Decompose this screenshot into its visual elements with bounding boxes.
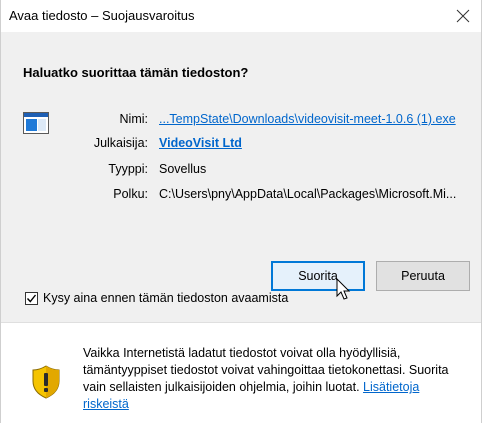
publisher-label: Julkaisija: — [93, 136, 148, 150]
warning-shield-icon — [32, 365, 60, 399]
question-heading: Haluatko suorittaa tämän tiedoston? — [23, 65, 249, 80]
type-row: Tyyppi: Sovellus — [1, 162, 481, 180]
close-icon[interactable] — [451, 4, 475, 28]
name-row: Nimi: ...TempState\Downloads\videovisit-… — [1, 112, 481, 130]
warning-area: Vaikka Internetistä ladatut tiedostot vo… — [1, 323, 481, 423]
file-name-link[interactable]: ...TempState\Downloads\videovisit-meet-1… — [159, 112, 456, 126]
mouse-cursor-icon — [336, 278, 351, 300]
checkmark-icon — [26, 294, 37, 303]
path-row: Polku: C:\Users\pny\AppData\Local\Packag… — [1, 187, 481, 205]
always-ask-label: Kysy aina ennen tämän tiedoston avaamist… — [43, 291, 289, 305]
publisher-row: Julkaisija: VideoVisit Ltd — [1, 136, 481, 154]
publisher-link[interactable]: VideoVisit Ltd — [159, 136, 242, 150]
title-bar: Avaa tiedosto – Suojausvaroitus — [1, 0, 481, 32]
security-warning-dialog: Avaa tiedosto – Suojausvaroitus Haluatko… — [0, 0, 482, 423]
warning-text: Vaikka Internetistä ladatut tiedostot vo… — [83, 345, 468, 413]
dialog-content: Haluatko suorittaa tämän tiedoston? Nimi… — [1, 32, 481, 322]
cancel-button[interactable]: Peruuta — [376, 261, 470, 291]
window-title: Avaa tiedosto – Suojausvaroitus — [9, 8, 195, 23]
path-value: C:\Users\pny\AppData\Local\Packages\Micr… — [159, 187, 457, 201]
path-label: Polku: — [113, 187, 148, 201]
type-label: Tyyppi: — [108, 162, 148, 176]
type-value: Sovellus — [159, 162, 207, 176]
always-ask-checkbox[interactable] — [25, 292, 38, 305]
name-label: Nimi: — [119, 112, 148, 126]
